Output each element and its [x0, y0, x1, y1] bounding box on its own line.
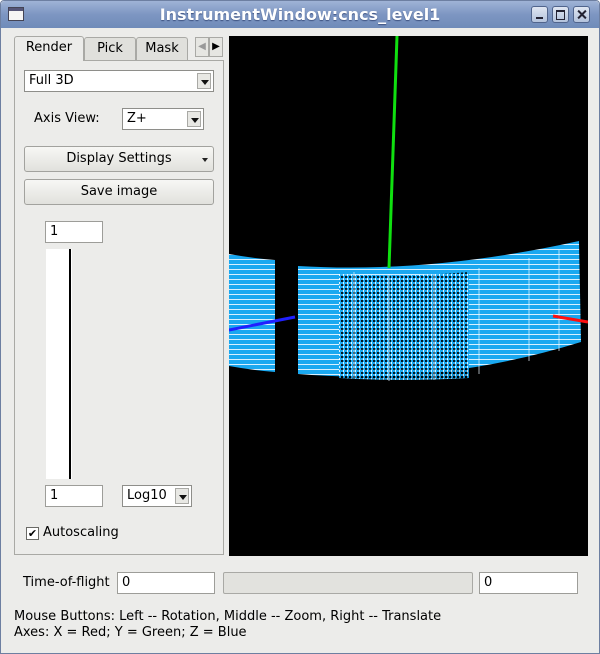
colormap-bar [46, 249, 72, 479]
instrument-render [229, 36, 588, 381]
colormap-min-input[interactable]: 1 [45, 485, 103, 507]
menu-arrow-icon [202, 158, 208, 162]
instrument-3d-view[interactable] [229, 36, 588, 556]
window-title: InstrumentWindow:cncs_level1 [159, 5, 441, 24]
window-menu-icon[interactable] [8, 7, 24, 21]
tof-range-slider[interactable] [223, 572, 473, 594]
scale-type-select[interactable]: Log10 [122, 485, 192, 507]
axis-view-label: Axis View: [34, 111, 100, 126]
detector-dense-region [339, 272, 469, 380]
close-button[interactable] [573, 6, 590, 23]
render-mode-select[interactable]: Full 3D [24, 70, 214, 92]
axes-legend-text: Axes: X = Red; Y = Green; Z = Blue [14, 625, 247, 640]
tof-label: Time-of-flight [23, 575, 110, 590]
colormap-max-input[interactable]: 1 [45, 221, 103, 243]
scale-type-value: Log10 [127, 488, 167, 503]
tof-max-input[interactable]: 0 [479, 572, 578, 594]
axis-view-value: Z+ [127, 111, 147, 126]
tab-scroll-right-icon[interactable]: ▶ [209, 37, 223, 57]
chevron-down-icon[interactable] [187, 111, 201, 127]
maximize-button[interactable] [552, 6, 569, 23]
tof-min-input[interactable]: 0 [117, 572, 215, 594]
mouse-help-text: Mouse Buttons: Left -- Rotation, Middle … [14, 609, 442, 624]
autoscaling-checkbox[interactable]: ✔ [26, 527, 39, 540]
tab-pick[interactable]: Pick [84, 37, 136, 60]
detector-bank-left [229, 254, 275, 372]
save-image-button[interactable]: Save image [24, 179, 214, 205]
tab-render[interactable]: Render [14, 36, 84, 61]
display-settings-label: Display Settings [66, 151, 172, 166]
tab-mask[interactable]: Mask [136, 37, 188, 60]
axis-view-select[interactable]: Z+ [122, 108, 204, 130]
display-settings-button[interactable]: Display Settings [24, 146, 214, 172]
title-bar[interactable]: InstrumentWindow:cncs_level1 [1, 1, 599, 28]
chevron-down-icon[interactable] [175, 488, 189, 504]
minimize-button[interactable] [531, 6, 548, 23]
tab-scroll-left-icon[interactable]: ◀ [195, 37, 209, 57]
autoscaling-label: Autoscaling [43, 525, 119, 540]
y-axis [387, 36, 399, 269]
render-mode-value: Full 3D [29, 73, 74, 88]
chevron-down-icon[interactable] [197, 73, 211, 89]
instrument-window: InstrumentWindow:cncs_level1 Render Pick… [0, 0, 600, 654]
